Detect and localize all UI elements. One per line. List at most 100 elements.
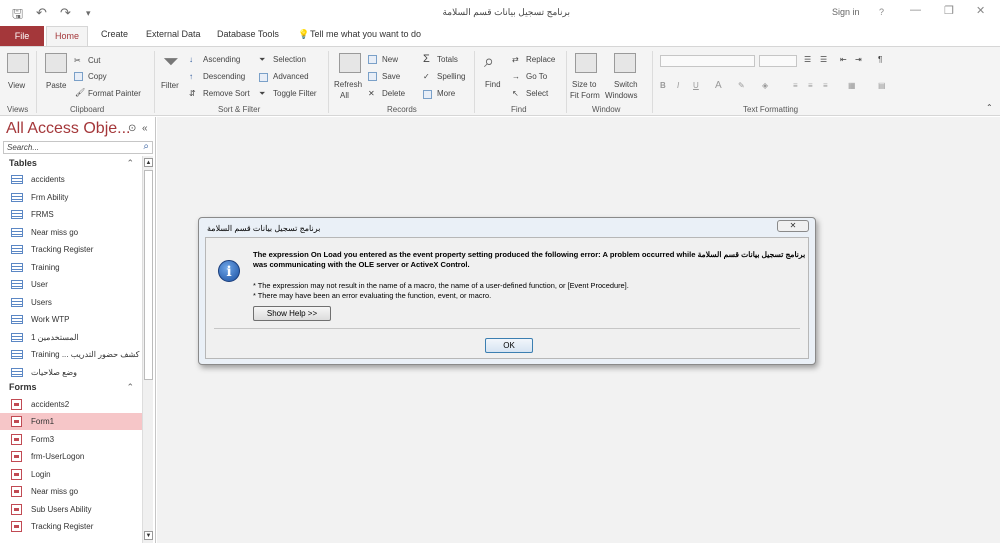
tab-file[interactable]: File	[0, 26, 44, 46]
bullets-icon[interactable]: ☰	[804, 55, 811, 64]
descending-button[interactable]: Descending	[203, 72, 245, 81]
nav-form-item-selected[interactable]: Form1	[0, 413, 142, 430]
cut-button[interactable]: Cut	[88, 56, 100, 65]
minimize-button[interactable]: —	[910, 4, 921, 16]
nav-table-item[interactable]: Work WTP	[0, 311, 142, 328]
background-color-icon[interactable]: ◈	[762, 81, 768, 90]
information-icon: i	[218, 260, 240, 282]
spelling-button[interactable]: Spelling	[437, 72, 465, 81]
nav-form-item[interactable]: Sub Users Ability	[0, 501, 142, 518]
tell-me-search[interactable]: Tell me what you want to do	[310, 29, 421, 39]
format-painter-button[interactable]: Format Painter	[88, 89, 141, 98]
alternate-row-color-icon[interactable]: ▤	[878, 81, 886, 90]
restore-button[interactable]: ❐	[944, 4, 954, 17]
nav-form-item[interactable]: Login	[0, 466, 142, 483]
collapse-ribbon-icon[interactable]: ⌃	[986, 103, 993, 112]
decrease-indent-icon[interactable]: ⇤	[840, 55, 847, 64]
nav-table-item[interactable]: Frm Ability	[0, 189, 142, 206]
nav-table-item[interactable]: FRMS	[0, 206, 142, 223]
view-button[interactable]: View	[8, 81, 25, 90]
tab-create[interactable]: Create	[101, 29, 128, 39]
paragraph-direction-icon[interactable]: ¶	[878, 55, 882, 64]
group-separator	[566, 51, 567, 113]
help-button[interactable]: ?	[879, 7, 884, 17]
totals-button[interactable]: Totals	[437, 55, 458, 64]
tab-home[interactable]: Home	[46, 26, 88, 47]
save-record-button[interactable]: Save	[382, 72, 400, 81]
show-help-button[interactable]: Show Help >>	[253, 306, 331, 321]
underline-button[interactable]: U	[693, 81, 699, 90]
nav-menu-dropdown-icon[interactable]: ⊙	[128, 123, 136, 134]
font-size-select[interactable]	[759, 55, 797, 67]
customize-toolbar-icon[interactable]: ▾	[86, 8, 91, 19]
more-button[interactable]: More	[437, 89, 455, 98]
italic-button[interactable]: I	[677, 81, 679, 90]
search-icon[interactable]: ⌕	[143, 141, 149, 152]
dialog-close-button[interactable]: ✕	[777, 220, 809, 232]
find-button[interactable]: Find	[485, 80, 501, 89]
numbering-icon[interactable]: ☰	[820, 55, 827, 64]
nav-form-item[interactable]: Form3	[0, 431, 142, 448]
nav-table-item[interactable]: Users	[0, 294, 142, 311]
nav-table-item[interactable]: المستخدمين 1	[0, 329, 142, 346]
nav-table-item[interactable]: Training ... كشف حضور التدريب	[0, 346, 142, 363]
tab-database-tools[interactable]: Database Tools	[217, 29, 279, 39]
error-message: The expression On Load you entered as th…	[253, 250, 806, 269]
tab-external-data[interactable]: External Data	[146, 29, 201, 39]
filter-button[interactable]: Filter	[161, 81, 179, 90]
collapse-chevron-icon[interactable]: ⌃	[126, 156, 134, 171]
nav-scrollbar[interactable]: ▲ ▼	[142, 156, 153, 543]
sign-in-link[interactable]: Sign in	[832, 7, 860, 17]
nav-search-input[interactable]: Search... ⌕	[3, 141, 153, 154]
copy-button[interactable]: Copy	[88, 72, 107, 81]
refresh-all-button[interactable]: Refresh	[334, 80, 362, 89]
nav-form-item[interactable]: accidents2	[0, 396, 142, 413]
nav-form-item[interactable]: Near miss go	[0, 483, 142, 500]
goto-button[interactable]: Go To	[526, 72, 547, 81]
highlight-icon[interactable]: ✎	[738, 81, 745, 90]
scroll-up-arrow-icon[interactable]: ▲	[144, 158, 153, 167]
font-color-button[interactable]: A	[715, 80, 722, 91]
collapse-chevron-icon[interactable]: ⌃	[126, 380, 134, 395]
paste-button[interactable]: Paste	[46, 81, 66, 90]
ok-button[interactable]: OK	[485, 338, 533, 353]
nav-table-item[interactable]: Training	[0, 259, 142, 276]
nav-table-item[interactable]: User	[0, 276, 142, 293]
delete-button[interactable]: Delete	[382, 89, 405, 98]
gridlines-icon[interactable]: ▦	[848, 81, 856, 90]
redo-icon[interactable]: ↷	[60, 5, 71, 21]
ascending-button[interactable]: Ascending	[203, 55, 240, 64]
nav-section-forms[interactable]: Forms ⌃	[0, 380, 142, 395]
select-button[interactable]: Select	[526, 89, 548, 98]
new-record-button[interactable]: New	[382, 55, 398, 64]
advanced-button[interactable]: Advanced	[273, 72, 309, 81]
selection-button[interactable]: Selection	[273, 55, 306, 64]
increase-indent-icon[interactable]: ⇥	[855, 55, 862, 64]
toggle-filter-button[interactable]: Toggle Filter	[273, 89, 317, 98]
nav-form-item[interactable]: frm-UserLogon	[0, 448, 142, 465]
nav-section-tables[interactable]: Tables ⌃	[0, 156, 142, 171]
align-left-icon[interactable]: ≡	[793, 81, 798, 90]
shutter-bar-close-icon[interactable]: «	[142, 123, 148, 134]
table-icon	[11, 193, 23, 202]
scroll-down-arrow-icon[interactable]: ▼	[144, 531, 153, 540]
align-center-icon[interactable]: ≡	[808, 81, 813, 90]
group-separator	[652, 51, 653, 113]
nav-table-item[interactable]: accidents	[0, 171, 142, 188]
nav-pane-title[interactable]: All Access Obje...	[6, 120, 131, 138]
bold-button[interactable]: B	[660, 81, 666, 90]
remove-sort-button[interactable]: Remove Sort	[203, 89, 250, 98]
nav-table-item[interactable]: Tracking Register	[0, 241, 142, 258]
nav-form-item[interactable]: Tracking Register	[0, 518, 142, 535]
size-to-fit-button[interactable]: Size to	[572, 80, 596, 89]
close-window-button[interactable]: ✕	[976, 4, 985, 17]
align-right-icon[interactable]: ≡	[823, 81, 828, 90]
switch-windows-button[interactable]: Switch	[614, 80, 638, 89]
scroll-thumb[interactable]	[144, 170, 153, 380]
font-name-select[interactable]	[660, 55, 755, 67]
nav-table-item[interactable]: Near miss go	[0, 224, 142, 241]
nav-table-item[interactable]: وضع صلاحيات	[0, 364, 142, 381]
save-icon[interactable]: 🖫	[12, 5, 23, 27]
undo-icon[interactable]: ↶	[36, 5, 47, 21]
replace-button[interactable]: Replace	[526, 55, 555, 64]
